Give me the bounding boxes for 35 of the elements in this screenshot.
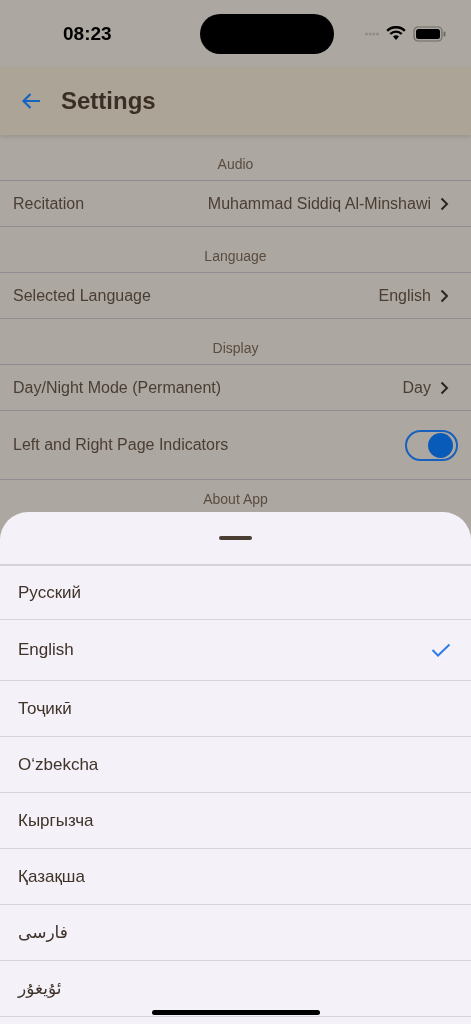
settings-row[interactable]: Day/Night Mode (Permanent) Day bbox=[0, 365, 471, 411]
battery-icon bbox=[413, 25, 447, 42]
back-arrow-icon bbox=[21, 92, 41, 110]
signal-icon bbox=[365, 31, 379, 36]
settings-row[interactable]: Left and Right Page Indicators bbox=[0, 411, 471, 480]
chevron-icon bbox=[440, 380, 449, 395]
row-value: Day bbox=[402, 378, 431, 397]
toggle-switch[interactable] bbox=[405, 429, 458, 461]
section-header: Display bbox=[0, 319, 471, 365]
drag-handle[interactable] bbox=[219, 536, 252, 540]
row-label: Day/Night Mode (Permanent) bbox=[13, 378, 222, 397]
section-header: Language bbox=[0, 227, 471, 273]
chevron-icon bbox=[440, 196, 449, 211]
screen-title: Settings bbox=[61, 87, 156, 115]
chevron-icon bbox=[440, 288, 449, 303]
language-option[interactable]: Русский bbox=[0, 564, 471, 620]
wifi-icon bbox=[386, 26, 406, 41]
back-button[interactable] bbox=[21, 92, 41, 110]
section-header: Audio bbox=[0, 135, 471, 181]
language-option[interactable]: Кыргызча bbox=[0, 793, 471, 849]
settings-row[interactable]: Selected Language English bbox=[0, 273, 471, 319]
section-header: About App bbox=[202, 490, 269, 509]
language-option[interactable]: فارسی bbox=[0, 905, 471, 961]
language-option[interactable]: Қазақша bbox=[0, 849, 471, 905]
row-label: Recitation bbox=[13, 194, 85, 213]
language-option[interactable]: English bbox=[0, 620, 471, 681]
row-value: English bbox=[378, 286, 431, 305]
row-label: Left and Right Page Indicators bbox=[13, 436, 229, 454]
settings-row[interactable]: Recitation Muhammad Siddiq Al-Minshawi bbox=[0, 181, 471, 227]
status-time: 08:23 bbox=[63, 22, 113, 45]
row-label: Selected Language bbox=[13, 286, 151, 305]
checkmark-icon bbox=[431, 643, 451, 657]
language-option[interactable]: O‘zbekcha bbox=[0, 737, 471, 793]
row-value: Muhammad Siddiq Al-Minshawi bbox=[207, 194, 431, 213]
language-option[interactable]: Тоҷикӣ bbox=[0, 681, 471, 737]
